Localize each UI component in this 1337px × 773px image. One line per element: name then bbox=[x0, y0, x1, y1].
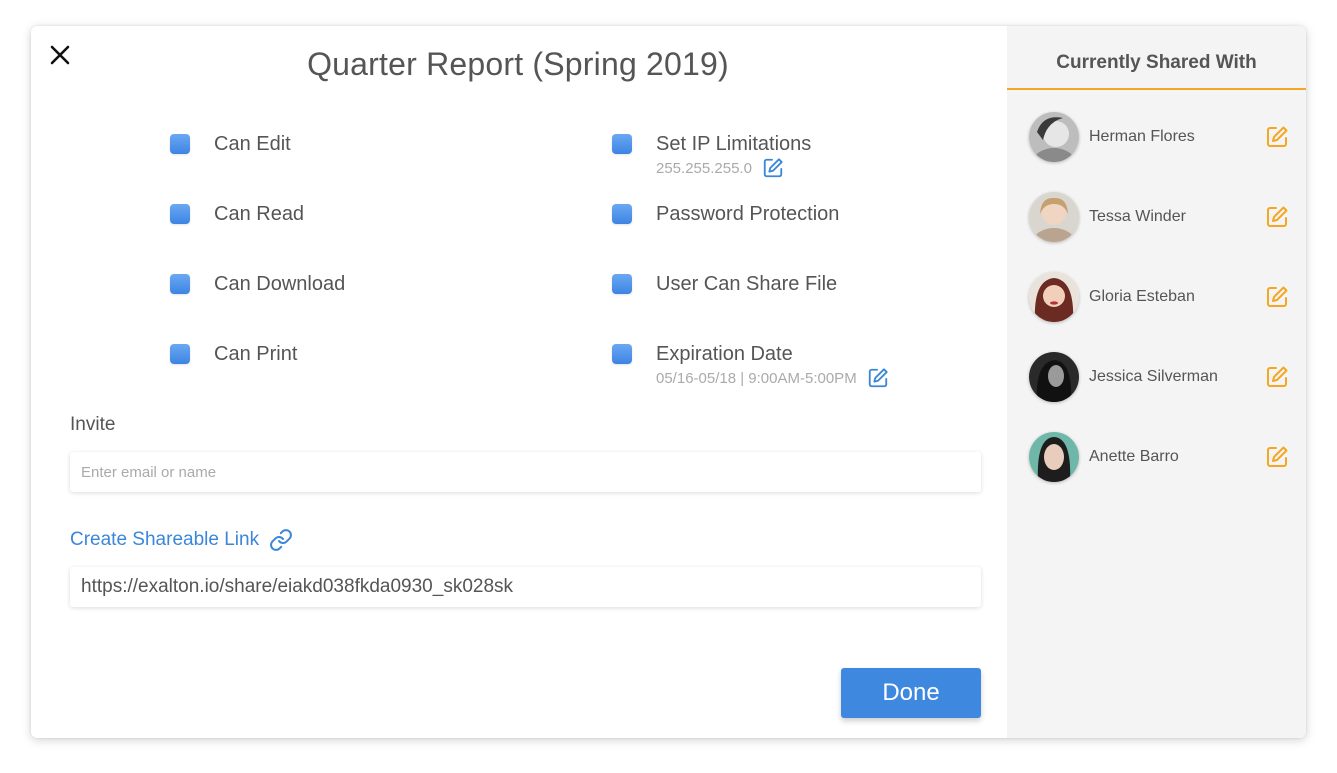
shared-user-item: Herman Flores bbox=[1029, 111, 1289, 163]
avatar bbox=[1029, 432, 1079, 482]
option-expiration-date[interactable]: Expiration Date 05/16-05/18 | 9:00AM-5:0… bbox=[612, 343, 889, 389]
shared-user-item: Tessa Winder bbox=[1029, 191, 1289, 243]
edit-icon[interactable] bbox=[762, 157, 784, 179]
share-dialog: Quarter Report (Spring 2019) Can Edit Ca… bbox=[31, 26, 1306, 738]
can-edit-checkbox[interactable] bbox=[170, 134, 190, 154]
ip-address-value: 255.255.255.0 bbox=[656, 159, 752, 177]
avatar bbox=[1029, 192, 1079, 242]
sidebar-title: Currently Shared With bbox=[1007, 26, 1306, 90]
edit-icon[interactable] bbox=[1265, 285, 1289, 309]
can-download-checkbox[interactable] bbox=[170, 274, 190, 294]
create-link-label[interactable]: Create Shareable Link bbox=[70, 529, 259, 551]
option-ip-limitations[interactable]: Set IP Limitations 255.255.255.0 bbox=[612, 133, 811, 179]
option-label: Can Print bbox=[214, 343, 298, 365]
edit-icon[interactable] bbox=[1265, 365, 1289, 389]
option-can-read[interactable]: Can Read bbox=[170, 203, 304, 225]
option-can-print[interactable]: Can Print bbox=[170, 343, 297, 365]
invite-label: Invite bbox=[70, 414, 116, 435]
share-url-field[interactable]: https://exalton.io/share/eiakd038fkda093… bbox=[70, 567, 981, 607]
option-label: Expiration Date bbox=[656, 343, 793, 365]
edit-icon[interactable] bbox=[1265, 125, 1289, 149]
user-name: Tessa Winder bbox=[1089, 208, 1186, 225]
shared-with-sidebar: Currently Shared With Herman Flores Tess… bbox=[1007, 26, 1306, 738]
edit-icon[interactable] bbox=[1265, 205, 1289, 229]
shared-user-item: Gloria Esteban bbox=[1029, 271, 1289, 323]
expiration-range-value: 05/16-05/18 | 9:00AM-5:00PM bbox=[656, 369, 857, 387]
avatar bbox=[1029, 112, 1079, 162]
share-url[interactable]: https://exalton.io/share/eiakd038fkda093… bbox=[81, 576, 513, 598]
option-label: Can Edit bbox=[214, 133, 291, 155]
invite-field[interactable] bbox=[70, 452, 981, 492]
option-password-protection[interactable]: Password Protection bbox=[612, 203, 839, 225]
link-icon[interactable] bbox=[269, 528, 293, 552]
password-protection-checkbox[interactable] bbox=[612, 204, 632, 224]
invite-input[interactable] bbox=[81, 452, 981, 492]
shared-user-item: Anette Barro bbox=[1029, 431, 1289, 483]
edit-icon[interactable] bbox=[1265, 445, 1289, 469]
avatar bbox=[1029, 272, 1079, 322]
user-name: Herman Flores bbox=[1089, 128, 1195, 145]
can-print-checkbox[interactable] bbox=[170, 344, 190, 364]
option-user-can-share[interactable]: User Can Share File bbox=[612, 273, 837, 295]
option-label: Set IP Limitations bbox=[656, 133, 812, 155]
option-label: Can Download bbox=[214, 273, 346, 295]
user-can-share-checkbox[interactable] bbox=[612, 274, 632, 294]
create-shareable-link[interactable]: Create Shareable Link bbox=[70, 528, 293, 552]
user-name: Jessica Silverman bbox=[1089, 368, 1218, 385]
option-label: Can Read bbox=[214, 203, 305, 225]
avatar bbox=[1029, 352, 1079, 402]
option-label: Password Protection bbox=[656, 203, 840, 225]
done-button[interactable]: Done bbox=[841, 668, 981, 718]
can-read-checkbox[interactable] bbox=[170, 204, 190, 224]
user-name: Gloria Esteban bbox=[1089, 288, 1195, 305]
shared-user-item: Jessica Silverman bbox=[1029, 351, 1289, 403]
option-can-download[interactable]: Can Download bbox=[170, 273, 345, 295]
expiration-date-checkbox[interactable] bbox=[612, 344, 632, 364]
user-name: Anette Barro bbox=[1089, 448, 1179, 465]
option-label: User Can Share File bbox=[656, 273, 838, 295]
option-can-edit[interactable]: Can Edit bbox=[170, 133, 291, 155]
share-settings-panel: Quarter Report (Spring 2019) Can Edit Ca… bbox=[31, 26, 1007, 738]
dialog-title: Quarter Report (Spring 2019) bbox=[307, 46, 729, 82]
edit-icon[interactable] bbox=[867, 367, 889, 389]
ip-limitations-checkbox[interactable] bbox=[612, 134, 632, 154]
